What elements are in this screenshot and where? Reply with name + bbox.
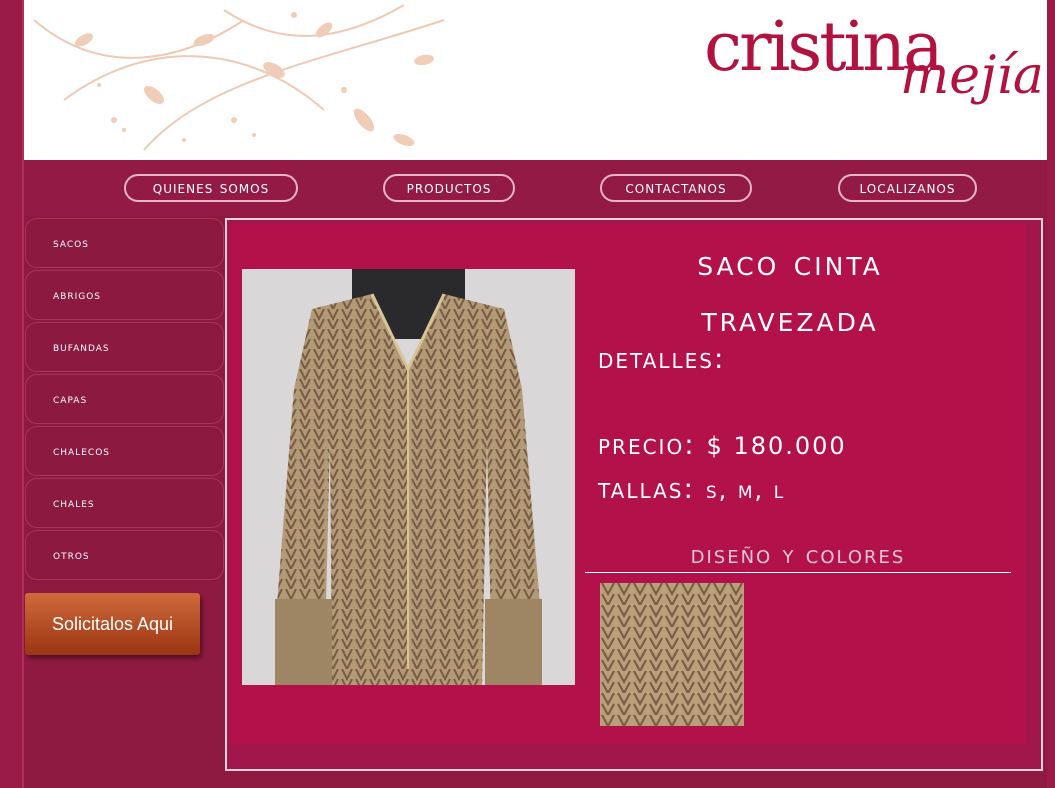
sidebar-item-chalecos[interactable]: chalecos [25,426,224,476]
design-divider [585,572,1011,573]
left-border [0,0,24,788]
product-title-line2: travezada [701,299,879,340]
site-logo[interactable]: cristina mejía [704,14,1044,134]
sidebar-item-abrigos[interactable]: abrigos [25,270,224,320]
solicitalos-button[interactable]: Solicitalos Aqui [25,593,200,655]
knit-swatch-icon[interactable] [600,583,744,726]
product-title: saco cinta travezada [600,236,980,348]
price-value: $ 180.000 [706,432,847,460]
nav-localizanos[interactable]: localizanos [838,174,977,202]
nav-productos[interactable]: productos [383,174,515,202]
sizes-label: tallas: [598,472,695,505]
product-photo-icon [242,269,575,685]
details-label: detalles: [598,342,726,375]
sidebar-item-capas[interactable]: capas [25,374,224,424]
sidebar-item-chales[interactable]: chales [25,478,224,528]
site-header: cristina mejía [24,0,1047,160]
sidebar-item-otros[interactable]: otros [25,530,224,580]
price-label: precio: [598,428,696,461]
nav-quienes-somos[interactable]: quienes somos [124,174,298,202]
logo-sub-text: mejía [900,46,1044,106]
sidebar-item-bufandas[interactable]: bufandas [25,322,224,372]
sizes-value: S, M, L [705,476,786,504]
floral-ornament-icon [33,4,445,151]
price-row: precio: $ 180.000 [598,428,847,461]
nav-contactanos[interactable]: contactanos [600,174,752,202]
product-title-line1: saco cinta [697,243,883,284]
sidebar-item-sacos[interactable]: sacos [25,218,224,268]
right-border [1047,0,1055,788]
design-colors-heading: diseño y colores [690,540,906,570]
sizes-row: tallas: S, M, L [598,472,785,505]
